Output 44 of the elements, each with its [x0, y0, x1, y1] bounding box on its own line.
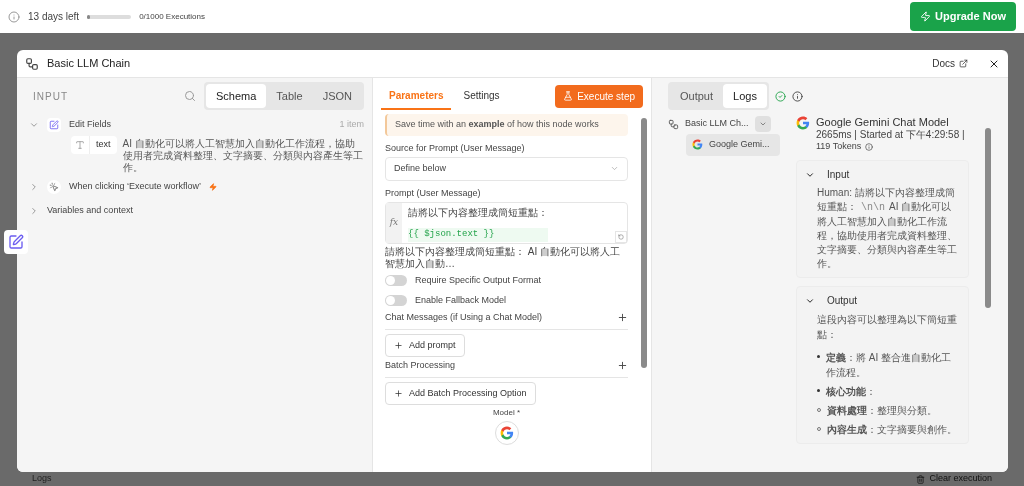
bullet-text: 定義：將 AI 整合進自動化工作流程。: [826, 351, 952, 380]
section-label: Batch Processing: [385, 359, 456, 372]
node-name: When clicking ‘Execute workflow’: [69, 180, 202, 194]
section-label: Chat Messages (if Using a Chat Model): [385, 311, 543, 324]
view-tab[interactable]: Logs: [723, 83, 767, 109]
log-title: Google Gemini Chat Model: [816, 116, 950, 129]
add-option-button[interactable]: Add prompt: [385, 333, 465, 357]
bullet-text: 內容生成：文字摘要與創作。: [827, 423, 957, 437]
log-node[interactable]: Basic LLM Ch...: [685, 117, 749, 131]
field-name: text: [89, 136, 117, 154]
dialog-title: Basic LLM Chain: [47, 56, 131, 72]
token-count: 119 Tokens: [816, 141, 862, 152]
bullet-text: 核心功能：: [826, 385, 876, 399]
toggle-label: Enable Fallback Model: [415, 293, 507, 307]
item-count: 1 item: [339, 118, 364, 132]
hint-banner: Save time with an example of how this node works: [385, 114, 628, 136]
trial-text: 13 days left: [28, 10, 80, 24]
model-label: Model *: [492, 407, 521, 419]
clear-execution-button[interactable]: Clear execution: [916, 472, 992, 486]
prompt-editor[interactable]: fx 請將以下內容整理成簡短重點： {{ $json.text }}: [385, 202, 628, 244]
toggle-label: Require Specific Output Format: [415, 274, 542, 287]
prompt-preview: 請將以下內容整理成簡短重點： AI 自動化可以將人工智慧加入自動…: [385, 246, 621, 270]
source-dropdown[interactable]: Define below: [385, 157, 628, 181]
view-tab[interactable]: Output: [670, 83, 724, 109]
field-label: Prompt (User Message): [385, 186, 482, 200]
input-message: Human: 請將以下內容整理成簡短重點： \n\n AI 自動化可以將人工智慧加入自動化工作流程，協助使用者完成資料整理、文字摘要、分類與內容產生等工作。: [816, 186, 958, 271]
log-node[interactable]: Google Gemi...: [686, 134, 780, 156]
view-tab[interactable]: JSON: [312, 83, 362, 109]
log-meta: 2665ms | Started at 下午4:29:58 |: [816, 129, 965, 141]
field-value: AI 自動化可以將人工智慧加入自動化工作流程，協助使用者完成資料整理、文字摘要、分類與內容產生等工作。: [122, 137, 364, 174]
field-label: Source for Prompt (User Message): [385, 141, 526, 155]
view-tab[interactable]: Schema: [206, 83, 267, 109]
card-title: Input: [827, 168, 850, 182]
variables-label: Variables and context: [47, 204, 133, 217]
panel-tab[interactable]: Settings: [455, 82, 508, 110]
docs-link[interactable]: Docs: [932, 56, 968, 71]
view-tab[interactable]: Table: [266, 83, 313, 109]
panel-title: INPUT: [33, 89, 68, 104]
add-option-button[interactable]: Add Batch Processing Option: [385, 381, 536, 405]
usage-text: 0/1000 Executions: [139, 10, 205, 23]
card-title: Output: [827, 294, 858, 308]
output-intro: 這段內容可以整理為以下簡短重點：: [816, 313, 958, 342]
bullet-text: 資料處理：整理與分類。: [827, 404, 937, 418]
node-name: Edit Fields: [69, 118, 112, 132]
